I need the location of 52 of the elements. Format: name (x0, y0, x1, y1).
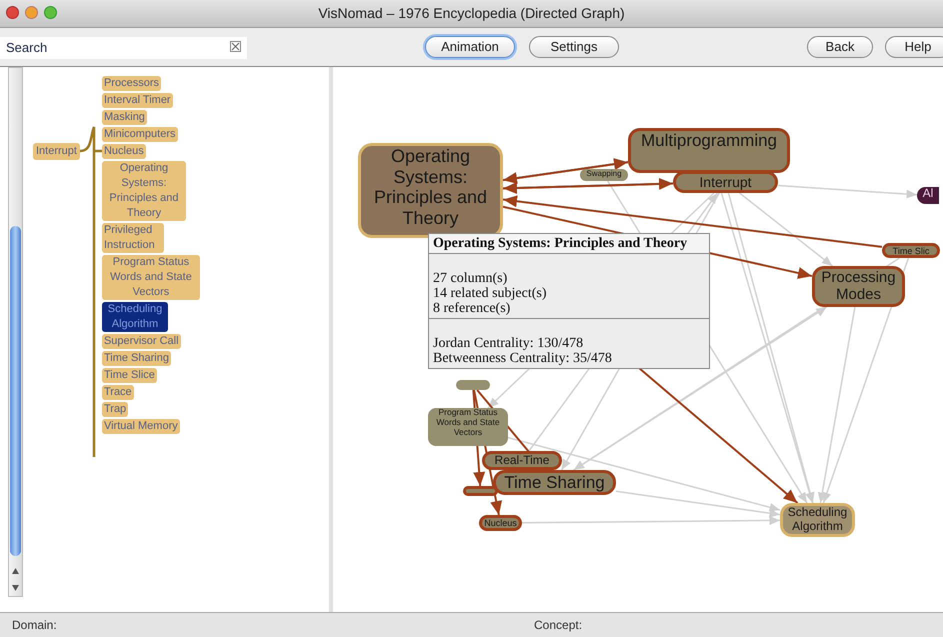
scroll-up-icon[interactable] (12, 568, 19, 574)
tree-node[interactable]: Trace (102, 385, 134, 400)
domain-label: Domain: (12, 617, 58, 634)
concept-label: Concept: (534, 617, 582, 634)
graph-node[interactable]: Al (917, 187, 939, 204)
scroll-down-icon[interactable] (12, 585, 19, 591)
toolbar-button[interactable]: Settings (529, 36, 619, 58)
graph-node[interactable]: Processing Modes (812, 266, 905, 307)
tree-node[interactable]: Trap (102, 402, 128, 417)
window-title: VisNomad – 1976 Encyclopedia (Directed Graph) (318, 4, 625, 23)
scrollbar-thumb[interactable] (10, 226, 21, 556)
tree-node[interactable]: Scheduling Algorithm (102, 302, 168, 332)
tree-node[interactable]: Virtual Memory (102, 419, 180, 434)
graph-node[interactable]: Multiprogramming (628, 128, 790, 173)
toolbar-button[interactable]: Back (807, 36, 873, 58)
tree-node[interactable]: Interrupt (33, 143, 80, 160)
close-icon[interactable] (6, 6, 19, 19)
clear-icon[interactable] (230, 41, 241, 52)
tree-node[interactable]: Supervisor Call (102, 334, 181, 349)
graph-node[interactable]: Nucleus (479, 515, 522, 531)
tree-node[interactable]: Masking (102, 110, 147, 125)
graph-node[interactable]: Scheduling Algorithm (780, 503, 855, 537)
tree-node[interactable]: Minicomputers (102, 127, 178, 142)
tooltip-text: 8 reference(s) (433, 301, 512, 316)
tooltip-text: Betweenness Centrality: 35/478 (433, 351, 613, 366)
tree-node[interactable]: Interval Timer (102, 93, 173, 108)
graph-node[interactable]: Operating Systems: Principles and Theory (358, 143, 503, 238)
graph-node[interactable]: Real-Time (482, 451, 562, 470)
tree-node[interactable]: Program Status Words and State Vectors (102, 255, 200, 300)
tree-node[interactable]: Processors (102, 76, 161, 91)
search-field[interactable]: Search (0, 36, 247, 58)
tree-node[interactable]: Time Sharing (102, 351, 171, 366)
graph-node[interactable]: Program Status Words and State Vectors (428, 408, 508, 446)
zoom-icon[interactable] (44, 6, 57, 19)
toolbar-button[interactable]: Help (885, 36, 943, 58)
graph-node[interactable] (463, 486, 498, 496)
tree-node[interactable]: Operating Systems: Principles and Theory (102, 161, 186, 221)
graph-node[interactable]: Interrupt (673, 171, 778, 193)
toolbar-button[interactable]: Animation (425, 36, 515, 58)
tooltip-text: 27 column(s) (433, 271, 508, 286)
graph-node[interactable] (456, 380, 490, 390)
scrollbar[interactable] (8, 67, 23, 597)
tooltip-title: Operating Systems: Principles and Theory (429, 234, 709, 254)
minimize-icon[interactable] (25, 6, 38, 19)
graph-node[interactable]: Swapping (580, 169, 628, 181)
tree-node[interactable]: Nucleus (102, 144, 146, 159)
graph-node[interactable]: Time Slic (882, 243, 940, 258)
tree-node[interactable]: Time Slice (102, 368, 157, 383)
tree-node[interactable]: Privileged Instruction (102, 223, 164, 253)
tooltip-text: 14 related subject(s) (433, 286, 548, 301)
tooltip-text: Jordan Centrality: 130/478 (433, 336, 584, 351)
graph-node[interactable]: Time Sharing (493, 470, 616, 495)
